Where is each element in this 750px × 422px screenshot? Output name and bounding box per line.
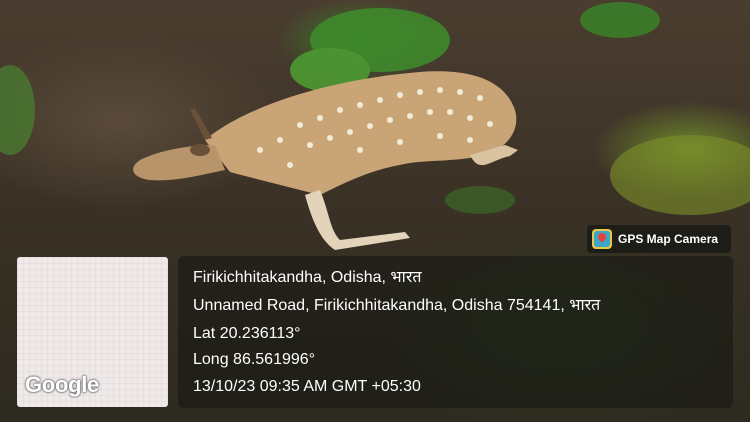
map-thumbnail: Google	[17, 257, 168, 407]
longitude: Long 86.561996°	[193, 351, 316, 368]
badge-label: GPS Map Camera	[618, 232, 719, 246]
deer	[133, 71, 518, 250]
location-address: Unnamed Road, Firikichhitakandha, Odisha…	[193, 297, 601, 314]
datetime: 13/10/23 09:35 AM GMT +05:30	[193, 378, 421, 395]
latitude: Lat 20.236113°	[193, 325, 301, 342]
gps-map-camera-badge: GPS Map Camera	[587, 225, 731, 253]
gps-map-camera-icon	[592, 229, 612, 249]
google-logo: Google	[25, 372, 99, 397]
location-title: Firikichhitakandha, Odisha, भारत	[193, 269, 422, 286]
